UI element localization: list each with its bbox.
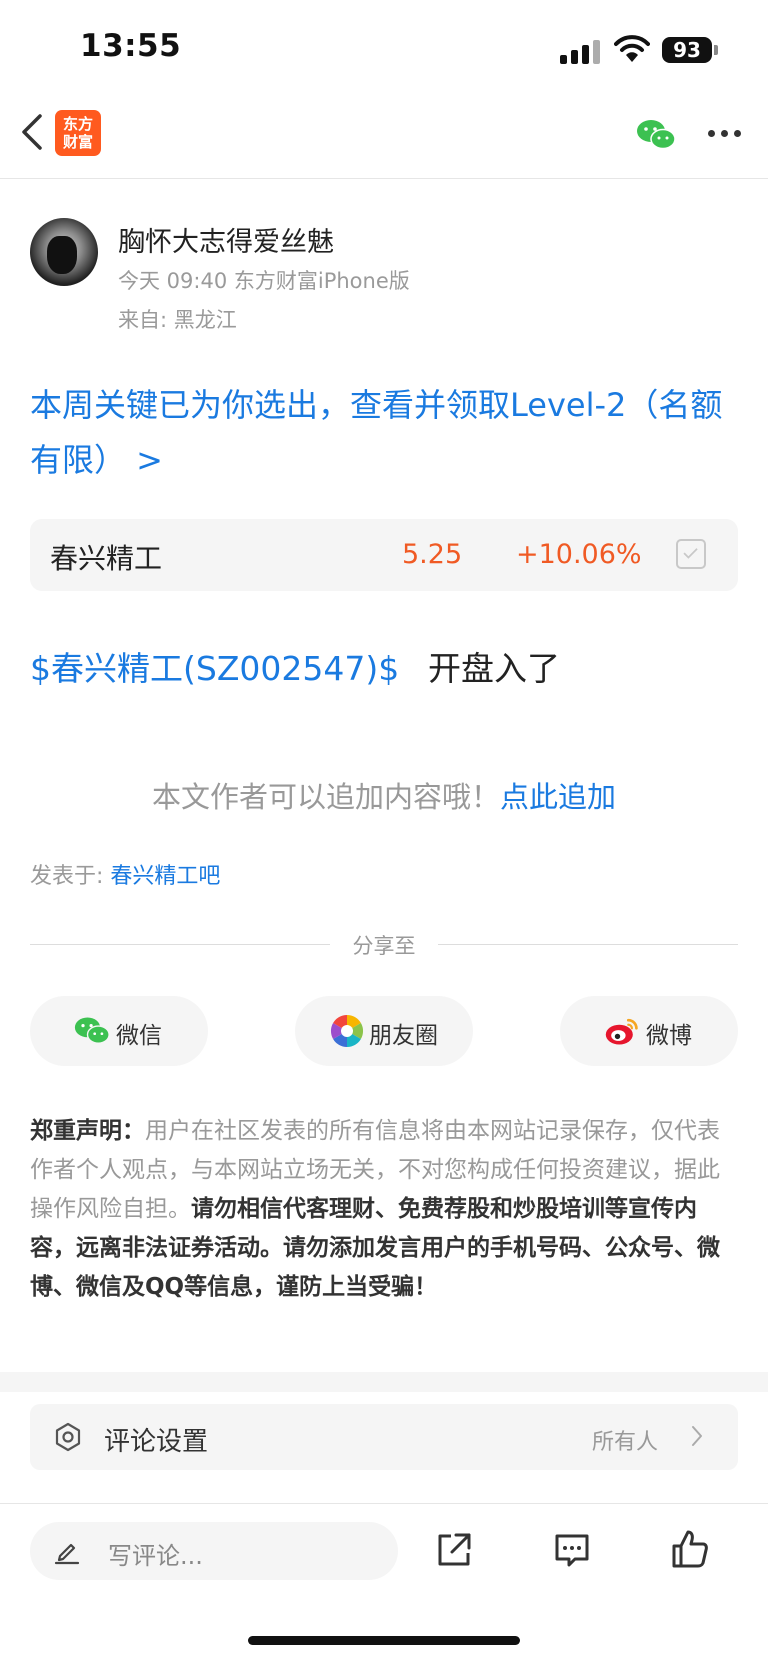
battery-tip bbox=[714, 45, 718, 55]
share-weibo-button[interactable]: 微博 bbox=[560, 996, 738, 1066]
forum-link[interactable]: 春兴精工吧 bbox=[110, 864, 220, 889]
add-watchlist-checkbox[interactable] bbox=[676, 539, 706, 569]
append-link[interactable]: 点此追加 bbox=[500, 780, 616, 814]
pencil-icon bbox=[54, 1543, 80, 1565]
moments-icon bbox=[330, 1014, 364, 1047]
wechat-icon[interactable] bbox=[636, 118, 676, 152]
share-label: 朋友圈 bbox=[369, 1023, 438, 1049]
home-indicator bbox=[248, 1636, 520, 1645]
share-moments-button[interactable]: 朋友圈 bbox=[295, 996, 473, 1066]
published-in: 发表于: 春兴精工吧 bbox=[30, 858, 220, 890]
comment-settings-value: 所有人 bbox=[592, 1430, 659, 1455]
stock-change: +10.06% bbox=[516, 539, 642, 570]
weibo-icon bbox=[605, 1018, 638, 1045]
comment-icon[interactable] bbox=[552, 1530, 592, 1570]
comment-placeholder: 写评论... bbox=[108, 1542, 203, 1570]
stock-tag-link[interactable]: $春兴精工(SZ002547)$ bbox=[30, 642, 399, 690]
stock-card[interactable]: 春兴精工 5.25 +10.06% bbox=[30, 519, 738, 591]
status-time: 13:55 bbox=[80, 28, 182, 64]
thumbs-up-icon[interactable] bbox=[670, 1528, 710, 1570]
avatar[interactable] bbox=[30, 218, 98, 286]
disclaimer-title: 郑重声明： bbox=[30, 1118, 145, 1144]
nav-divider bbox=[0, 178, 768, 179]
section-separator bbox=[0, 1372, 768, 1392]
disclaimer: 郑重声明：用户在社区发表的所有信息将由本网站记录保存，仅代表作者个人观点，与本网… bbox=[30, 1112, 740, 1307]
eastmoney-logo: 东方 财富 bbox=[55, 110, 101, 156]
append-prompt: 本文作者可以追加内容哦！ bbox=[151, 780, 500, 814]
share-label: 微博 bbox=[646, 1023, 692, 1049]
post-location: 来自: 黑龙江 bbox=[118, 308, 237, 332]
wechat-icon bbox=[74, 1017, 110, 1044]
comment-settings-label: 评论设置 bbox=[104, 1427, 209, 1457]
comment-input[interactable]: 写评论... bbox=[30, 1522, 398, 1580]
append-content-row: 本文作者可以追加内容哦！点此追加 bbox=[0, 774, 768, 816]
share-wechat-button[interactable]: 微信 bbox=[30, 996, 208, 1066]
gear-icon bbox=[55, 1422, 81, 1452]
post-meta: 今天 09:40 东方财富iPhone版 bbox=[118, 269, 410, 293]
battery-indicator: 93 bbox=[662, 37, 712, 63]
promo-link[interactable]: 本周关键已为你选出，查看并领取Level-2（名额有限） > bbox=[30, 378, 740, 488]
bottom-bar-divider bbox=[0, 1503, 768, 1504]
post-body: 开盘入了 bbox=[428, 649, 560, 688]
share-title: 分享至 bbox=[352, 934, 416, 958]
comment-settings-row[interactable]: 评论设置 所有人 bbox=[30, 1404, 738, 1470]
published-label: 发表于: bbox=[30, 864, 111, 889]
more-menu-icon[interactable] bbox=[708, 130, 742, 140]
stock-price: 5.25 bbox=[402, 539, 463, 570]
chevron-right-icon bbox=[692, 1426, 702, 1446]
share-label: 微信 bbox=[116, 1023, 162, 1049]
share-icon[interactable] bbox=[434, 1530, 474, 1570]
wifi-icon bbox=[614, 35, 650, 62]
stock-name: 春兴精工 bbox=[50, 542, 163, 575]
author-name[interactable]: 胸怀大志得爱丝魅 bbox=[118, 220, 334, 259]
back-arrow-icon[interactable] bbox=[18, 112, 46, 152]
cellular-signal-icon bbox=[560, 38, 602, 64]
